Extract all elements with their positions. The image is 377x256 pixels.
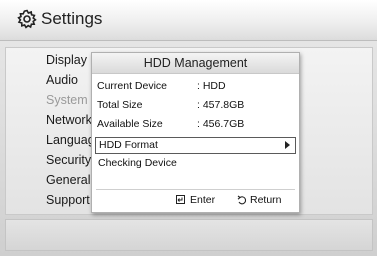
current-device-value: : HDD [197,80,226,92]
menu-item-security[interactable]: Security [46,153,91,167]
menu-item-network[interactable]: Network [46,113,92,127]
total-size-value: : 457.8GB [197,99,245,111]
return-icon [237,195,247,205]
available-size-label: Available Size [97,118,163,130]
menu-item-system[interactable]: System [46,93,88,107]
total-size-label: Total Size [97,99,143,111]
current-device-label: Current Device [97,80,168,92]
enter-icon [176,195,185,205]
hdd-format-label: HDD Format [99,139,158,151]
menu-item-general[interactable]: General [46,173,90,187]
gear-icon [17,9,37,29]
return-label: Return [250,194,282,206]
enter-label: Enter [190,194,216,206]
menu-item-audio[interactable]: Audio [46,73,78,87]
return-button[interactable]: Return [237,194,282,206]
hdd-management-dialog: HDD Management Current Device : HDD Tota… [91,52,300,213]
dialog-title: HDD Management [143,56,248,70]
checking-device-option[interactable]: Checking Device [95,156,294,171]
menu-item-support[interactable]: Support [46,193,90,207]
enter-button[interactable]: Enter [176,194,215,206]
dialog-divider [96,189,295,190]
hdd-format-option[interactable]: HDD Format [95,137,296,154]
checking-device-label: Checking Device [98,157,177,169]
chevron-right-icon [285,141,290,149]
menu-item-display[interactable]: Display [46,53,87,67]
footer-bar [5,219,373,251]
dialog-header: HDD Management [92,53,299,74]
page-title: Settings [41,9,103,28]
available-size-value: : 456.7GB [197,118,245,130]
title-bar: Settings [0,0,377,41]
